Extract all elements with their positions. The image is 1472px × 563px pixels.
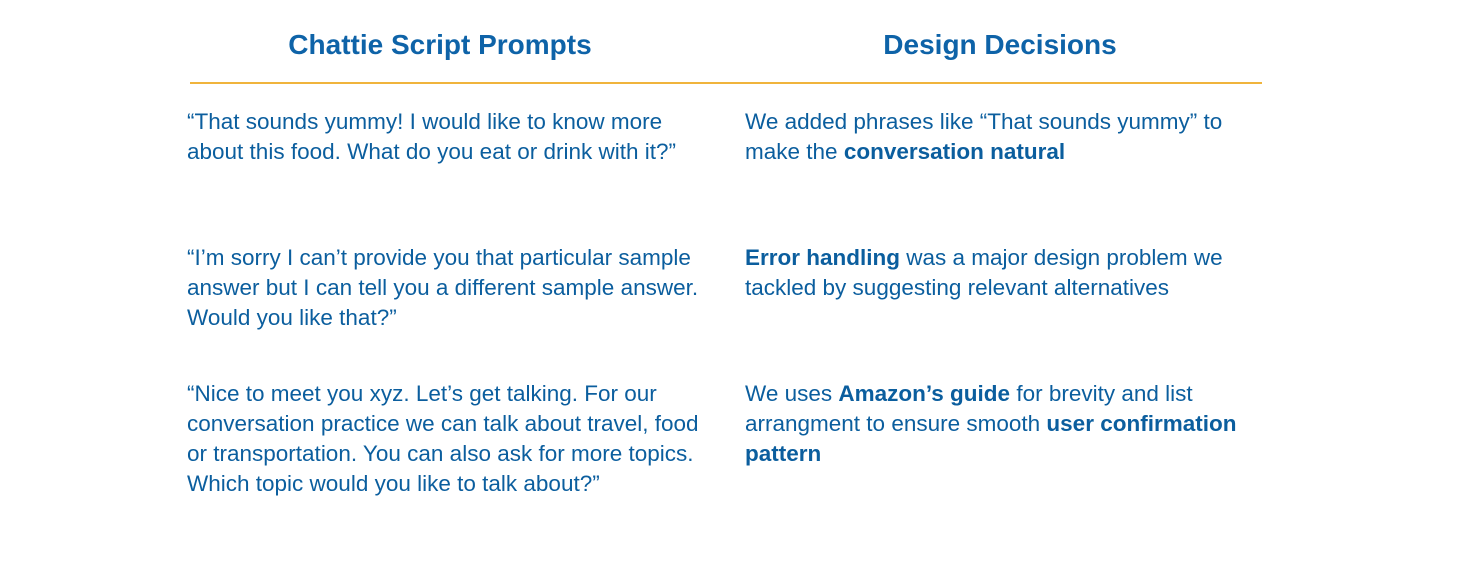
prompt-text-2: “I’m sorry I can’t provide you that part… xyxy=(187,245,699,330)
decision-emphasis: Error handling xyxy=(745,245,901,270)
prompt-text-1: “That sounds yummy! I would like to know… xyxy=(187,109,677,164)
prompt-text-3: “Nice to meet you xyz. Let’s get talking… xyxy=(187,381,699,496)
decision-text-segment: We uses xyxy=(745,381,839,406)
decision-text-2: Error handling was a major design proble… xyxy=(745,243,1265,303)
decision-emphasis: conversation natural xyxy=(843,139,1066,164)
header-divider xyxy=(190,82,1262,84)
column-header-decisions: Design Decisions xyxy=(883,29,1117,60)
column-header-prompts: Chattie Script Prompts xyxy=(288,29,592,60)
decision-emphasis: Amazon’s guide xyxy=(838,381,1011,406)
decision-text-1: We added phrases like “That sounds yummy… xyxy=(745,107,1265,167)
decision-text-3: We uses Amazon’s guide for brevity and l… xyxy=(745,379,1265,469)
